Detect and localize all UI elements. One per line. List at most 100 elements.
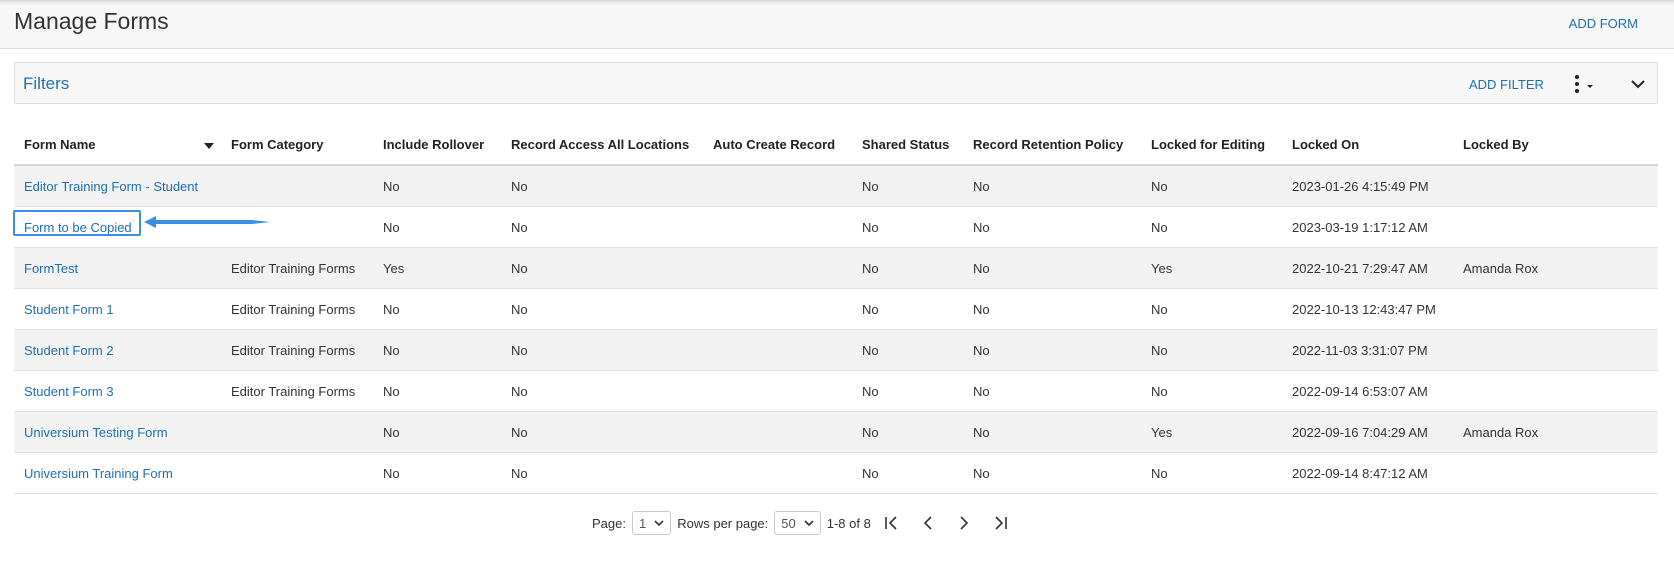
- table-cell: [1453, 288, 1658, 330]
- table-cell: No: [373, 452, 501, 494]
- column-header-label: Form Name: [24, 136, 96, 152]
- table-cell: No: [963, 165, 1141, 207]
- column-header-include-rollover[interactable]: Include Rollover: [373, 124, 501, 166]
- pagination-bar: Page: 1 Rows per page: 50 1-8 of 8: [592, 510, 1015, 536]
- filters-title[interactable]: Filters: [23, 74, 69, 94]
- table-cell: Amanda Rox: [1453, 247, 1658, 289]
- table-cell: No: [963, 206, 1141, 248]
- page-range-text: 1-8 of 8: [826, 515, 871, 531]
- table-cell: No: [373, 411, 501, 453]
- column-header-auto-create[interactable]: Auto Create Record: [703, 124, 852, 166]
- form-name-link[interactable]: Student Form 2: [24, 343, 114, 358]
- table-cell: Editor Training Forms: [221, 288, 373, 330]
- table-cell: [221, 165, 373, 207]
- table-cell: [221, 452, 373, 494]
- table-cell: No: [373, 288, 501, 330]
- table-cell: 2022-09-16 7:04:29 AM: [1282, 411, 1453, 453]
- cell-form-name: Student Form 1: [14, 288, 221, 330]
- kebab-menu-icon[interactable]: [1569, 73, 1601, 95]
- table-row: FormTest Editor Training Forms Yes No No…: [14, 247, 1658, 289]
- table-cell: Amanda Rox: [1453, 411, 1658, 453]
- table-cell: Editor Training Forms: [221, 370, 373, 412]
- page-select[interactable]: 1: [631, 511, 672, 535]
- table-cell: No: [963, 370, 1141, 412]
- sort-down-icon[interactable]: [203, 138, 215, 153]
- forms-table: Form Name Form Category Include Rollover…: [14, 124, 1658, 494]
- table-cell: [1453, 370, 1658, 412]
- form-name-link[interactable]: Form to be Copied: [24, 220, 132, 235]
- rows-per-page-value: 50: [781, 515, 796, 531]
- column-header-shared-status[interactable]: Shared Status: [852, 124, 963, 166]
- add-form-button[interactable]: ADD FORM: [1569, 16, 1638, 31]
- column-header-locked-on[interactable]: Locked On: [1282, 124, 1453, 166]
- cell-form-name: Student Form 3: [14, 370, 221, 412]
- add-filter-button[interactable]: ADD FILTER: [1469, 77, 1544, 92]
- table-cell: No: [501, 329, 703, 371]
- cell-form-name: Student Form 2: [14, 329, 221, 371]
- table-cell: No: [373, 165, 501, 207]
- cell-form-name: Form to be Copied: [14, 206, 221, 248]
- next-page-icon[interactable]: [949, 511, 979, 535]
- table-cell: [703, 165, 852, 207]
- table-cell: 2022-10-21 7:29:47 AM: [1282, 247, 1453, 289]
- table-cell: No: [963, 329, 1141, 371]
- table-row: Universium Testing Form No No No No Yes …: [14, 411, 1658, 453]
- column-header-form-name[interactable]: Form Name: [14, 124, 221, 166]
- rows-per-page-label: Rows per page:: [677, 515, 769, 531]
- table-cell: No: [501, 247, 703, 289]
- column-header-locked-by[interactable]: Locked By: [1453, 124, 1658, 166]
- column-header-retention-policy[interactable]: Record Retention Policy: [963, 124, 1141, 166]
- table-cell: No: [963, 411, 1141, 453]
- table-cell: [1453, 329, 1658, 371]
- table-cell: No: [1141, 288, 1282, 330]
- form-name-link[interactable]: Student Form 3: [24, 384, 114, 399]
- table-cell: 2022-09-14 8:47:12 AM: [1282, 452, 1453, 494]
- table-header-row: Form Name Form Category Include Rollover…: [14, 124, 1658, 166]
- table-cell: No: [501, 452, 703, 494]
- table-cell: No: [501, 206, 703, 248]
- column-header-record-access[interactable]: Record Access All Locations: [501, 124, 703, 166]
- form-name-link[interactable]: Universium Training Form: [24, 466, 173, 481]
- prev-page-icon[interactable]: [913, 511, 943, 535]
- first-page-icon[interactable]: [877, 511, 907, 535]
- table-cell: [703, 329, 852, 371]
- rows-per-page-select[interactable]: 50: [774, 511, 821, 535]
- column-header-locked-editing[interactable]: Locked for Editing: [1141, 124, 1282, 166]
- table-cell: No: [852, 411, 963, 453]
- table-cell: Yes: [1141, 247, 1282, 289]
- page-label: Page:: [592, 515, 626, 531]
- table-cell: [703, 411, 852, 453]
- table-cell: Yes: [373, 247, 501, 289]
- chevron-down-icon: [654, 520, 664, 527]
- table-cell: No: [1141, 206, 1282, 248]
- cell-form-name: Universium Testing Form: [14, 411, 221, 453]
- table-cell: No: [501, 411, 703, 453]
- form-name-link[interactable]: FormTest: [24, 261, 78, 276]
- chevron-down-icon[interactable]: [1627, 73, 1649, 95]
- table-cell: [703, 288, 852, 330]
- table-cell: No: [373, 329, 501, 371]
- table-row: Form to be Copied No No No No No 2023-03…: [14, 206, 1658, 248]
- table-cell: No: [852, 370, 963, 412]
- table-cell: [1453, 452, 1658, 494]
- table-cell: No: [963, 247, 1141, 289]
- filters-panel: Filters ADD FILTER: [14, 62, 1658, 104]
- table-cell: [703, 370, 852, 412]
- table-cell: No: [963, 452, 1141, 494]
- table-cell: Editor Training Forms: [221, 329, 373, 371]
- page-select-value: 1: [638, 515, 647, 531]
- table-cell: No: [1141, 329, 1282, 371]
- table-cell: 2022-09-14 6:53:07 AM: [1282, 370, 1453, 412]
- cell-form-name: Editor Training Form - Student: [14, 165, 221, 207]
- table-row: Student Form 3 Editor Training Forms No …: [14, 370, 1658, 412]
- form-name-link[interactable]: Student Form 1: [24, 302, 114, 317]
- table-cell: [703, 206, 852, 248]
- cell-form-name: FormTest: [14, 247, 221, 289]
- table-cell: [221, 411, 373, 453]
- last-page-icon[interactable]: [985, 511, 1015, 535]
- table-cell: No: [501, 165, 703, 207]
- form-name-link[interactable]: Editor Training Form - Student: [24, 179, 198, 194]
- column-header-form-category[interactable]: Form Category: [221, 124, 373, 166]
- form-name-link[interactable]: Universium Testing Form: [24, 425, 168, 440]
- table-row: Editor Training Form - Student No No No …: [14, 165, 1658, 207]
